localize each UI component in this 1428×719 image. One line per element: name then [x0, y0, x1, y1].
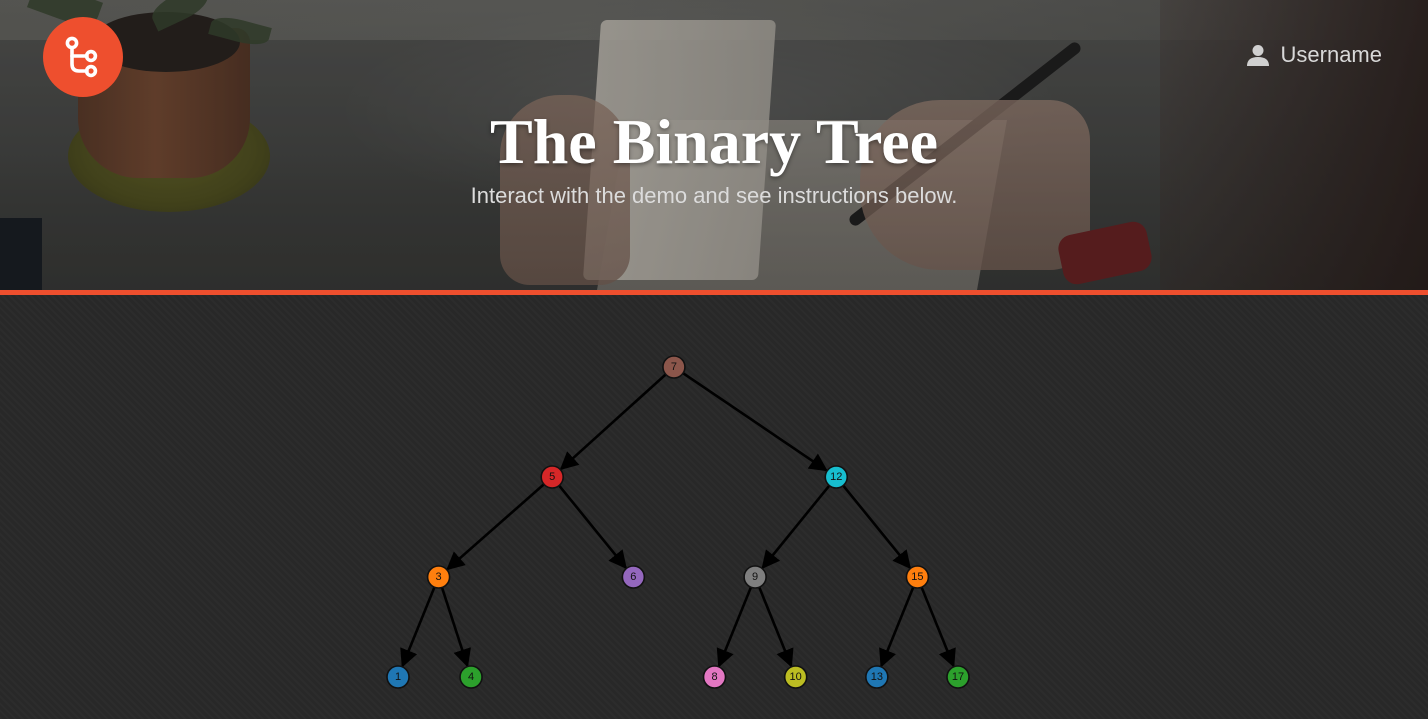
tree-node-label: 15 [911, 571, 923, 583]
tree-edge-3-1 [400, 586, 436, 668]
tree-edge-5-6 [558, 484, 627, 570]
tree-node-9[interactable]: 9 [743, 565, 767, 589]
tree-node-10[interactable]: 10 [783, 665, 808, 689]
tree-edge-15-13 [879, 586, 915, 668]
tree-edge-12-9 [761, 484, 831, 570]
tree-node-label: 17 [952, 671, 964, 683]
tree-node-4[interactable]: 4 [459, 665, 483, 689]
tree-node-label: 1 [395, 671, 401, 683]
tree-node-label: 5 [549, 471, 555, 483]
tree-edge-15-17 [920, 586, 956, 668]
tree-edge-7-5 [559, 373, 667, 471]
header-banner: Username The Binary Tree Interact with t… [0, 0, 1428, 290]
tree-node-label: 9 [752, 571, 758, 583]
tree-demo-area[interactable]: 7 5 12 3 6 9 15 1 4 8 10 13 17 [0, 295, 1428, 719]
tree-node-17[interactable]: 17 [946, 665, 970, 689]
tree-node-8[interactable]: 8 [702, 665, 727, 689]
tree-node-label: 8 [711, 671, 717, 683]
tree-node-3[interactable]: 3 [426, 565, 451, 589]
page-subtitle: Interact with the demo and see instructi… [470, 183, 958, 208]
app-logo[interactable] [43, 17, 123, 97]
tree-edge-3-4 [440, 587, 471, 668]
tree-node-7[interactable]: 7 [662, 355, 686, 379]
tree-node-label: 4 [468, 671, 474, 683]
tree-node-6[interactable]: 6 [621, 565, 646, 589]
tree-node-label: 7 [671, 361, 677, 373]
binary-tree-graph[interactable]: 7 5 12 3 6 9 15 1 4 8 10 13 17 [0, 295, 1428, 719]
tree-node-label: 10 [790, 671, 802, 683]
tree-node-15[interactable]: 15 [905, 565, 930, 589]
tree-edge-9-8 [716, 586, 753, 668]
tree-node-1[interactable]: 1 [386, 665, 410, 689]
tree-edge-5-3 [446, 483, 545, 571]
tree-edge-7-12 [682, 372, 828, 472]
tree-node-5[interactable]: 5 [540, 465, 565, 489]
tree-node-13[interactable]: 13 [865, 665, 889, 689]
tree-branch-icon [65, 36, 98, 78]
tree-node-label: 13 [871, 671, 883, 683]
tree-node-label: 12 [830, 471, 842, 483]
tree-node-label: 3 [436, 571, 442, 583]
user-menu[interactable]: Username [1246, 40, 1382, 70]
page-title: The Binary Tree [490, 106, 938, 177]
tree-node-12[interactable]: 12 [824, 465, 849, 489]
tree-edge-12-15 [842, 484, 912, 570]
user-icon [1246, 45, 1269, 66]
tree-edge-9-10 [758, 586, 794, 668]
username-label: Username [1280, 42, 1382, 67]
tree-node-label: 6 [630, 571, 636, 583]
